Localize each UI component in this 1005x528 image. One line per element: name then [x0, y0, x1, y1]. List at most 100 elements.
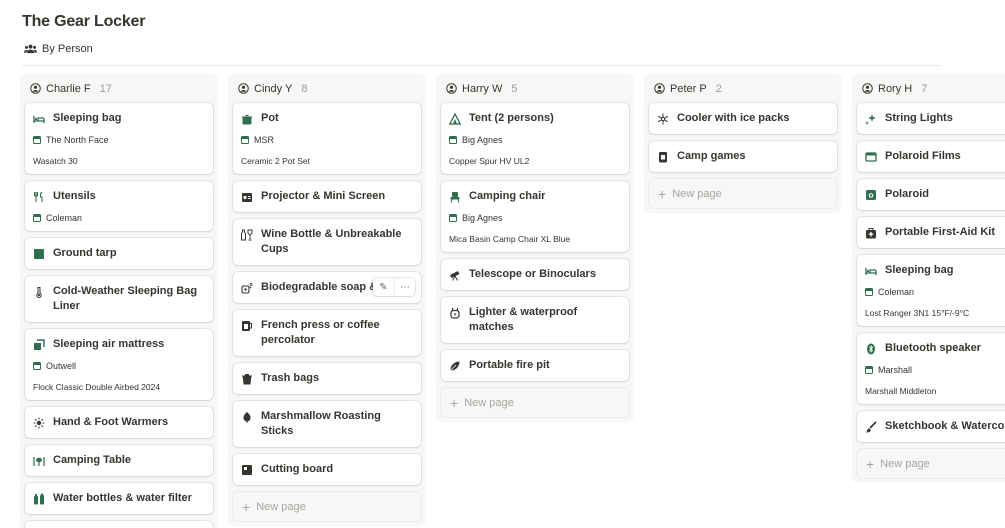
- card-brand: The North Face: [46, 135, 109, 145]
- fire-icon: [450, 361, 460, 370]
- card-title: Projector & Mini Screen: [261, 190, 386, 202]
- gear-card[interactable]: Hand & Foot Warmers: [25, 407, 213, 438]
- card-title: Telescope or Binoculars: [469, 268, 596, 280]
- more-options-icon[interactable]: ⋯: [394, 278, 415, 296]
- cards-icon: [659, 151, 667, 162]
- new-page-button[interactable]: + New page: [441, 388, 629, 417]
- gear-card[interactable]: String Lights: [857, 103, 1005, 134]
- new-page-button[interactable]: + New page: [857, 449, 1005, 478]
- people-icon: [24, 44, 37, 54]
- gear-card[interactable]: Wine Bottle & Unbreakable Cups: [233, 219, 421, 265]
- gear-card[interactable]: Ground tarp: [25, 238, 213, 269]
- column-person-name: Peter P: [670, 82, 707, 95]
- gear-card[interactable]: Biodegradable soap & sponge ✎ ⋯: [233, 272, 421, 303]
- card-title: Sleeping air mattress: [53, 338, 165, 350]
- card-title: Ground tarp: [53, 247, 117, 259]
- gear-card[interactable]: Cooler with ice packs: [649, 103, 837, 134]
- column-person-name: Charlie F: [46, 82, 91, 95]
- brand-tag-icon: [449, 214, 457, 222]
- gear-card[interactable]: Water bottles & water filter: [25, 483, 213, 514]
- brand-tag-icon: [865, 288, 873, 296]
- gear-card[interactable]: Pot MSR Ceramic 2 Pot Set: [233, 103, 421, 174]
- brand-tag-icon: [33, 136, 41, 144]
- brand-tag-icon: [449, 136, 457, 144]
- gear-card[interactable]: Lighter & waterproof matches: [441, 297, 629, 343]
- telescope-icon: [450, 270, 460, 281]
- gear-card[interactable]: Sleeping bag The North Face Wasatch 30: [25, 103, 213, 174]
- bluetooth-icon: [867, 343, 875, 354]
- edit-pencil-icon[interactable]: ✎: [373, 278, 394, 296]
- bed-icon: [865, 267, 877, 275]
- camera-icon: [866, 189, 876, 200]
- card-model: Lost Ranger 3N1 15°F/-9°C: [865, 308, 970, 318]
- card-model: Flock Classic Double Airbed 2024: [33, 382, 161, 392]
- person-circle-icon: [654, 83, 665, 94]
- gear-card[interactable]: Telescope or Binoculars: [441, 259, 629, 290]
- gear-card[interactable]: Camping Table: [25, 445, 213, 476]
- gear-card[interactable]: Cutting board: [233, 454, 421, 485]
- plus-icon: +: [866, 455, 875, 472]
- gear-card[interactable]: Portable fire pit: [441, 350, 629, 381]
- card-title: Pot: [261, 112, 279, 124]
- column-count: 7: [921, 82, 928, 95]
- card-title: Polaroid Films: [885, 150, 961, 162]
- card-title: Portable First-Aid Kit: [885, 226, 996, 238]
- sparkle-icon: [865, 113, 876, 125]
- new-page-label: New page: [672, 187, 722, 200]
- gear-card[interactable]: Camp games: [649, 141, 837, 172]
- new-page-button[interactable]: + New page: [649, 179, 837, 208]
- card-brand: Big Agnes: [462, 213, 503, 223]
- card-model: Wasatch 30: [33, 156, 78, 166]
- person-circle-icon: [446, 83, 457, 94]
- gear-card[interactable]: Sleeping air mattress Outwell Flock Clas…: [25, 329, 213, 400]
- gear-card[interactable]: Projector & Mini Screen: [233, 181, 421, 212]
- new-page-label: New page: [256, 500, 306, 513]
- column-count: 17: [99, 82, 112, 95]
- gear-card-partial[interactable]: [25, 521, 213, 528]
- card-title: Marshmallow Roasting Sticks: [261, 410, 381, 437]
- gear-card[interactable]: Cold-Weather Sleeping Bag Liner: [25, 276, 213, 322]
- gear-card[interactable]: Bluetooth speaker Marshall Marshall Midd…: [857, 333, 1005, 404]
- gear-card[interactable]: Tent (2 persons) Big Agnes Copper Spur H…: [441, 103, 629, 174]
- card-title: Camping chair: [469, 190, 546, 202]
- plus-icon: +: [450, 394, 459, 411]
- card-model: Copper Spur HV UL2: [449, 156, 530, 166]
- brand-tag-icon: [865, 366, 873, 374]
- card-title: Bluetooth speaker: [885, 342, 981, 354]
- column-header[interactable]: Harry W 5: [441, 74, 629, 103]
- bed-icon: [33, 115, 45, 123]
- gear-card[interactable]: Polaroid: [857, 179, 1005, 210]
- gear-card[interactable]: Portable First-Aid Kit: [857, 217, 1005, 248]
- gear-card[interactable]: Camping chair Big Agnes Mica Basin Camp …: [441, 181, 629, 252]
- gear-card[interactable]: French press or coffee percolator: [233, 310, 421, 356]
- column-count: 5: [511, 82, 518, 95]
- column-peter-p: Peter P 2 Cooler with ice packs Camp gam…: [644, 74, 842, 213]
- person-circle-icon: [30, 83, 41, 94]
- column-cindy-y: Cindy Y 8 Pot MSR Ceramic 2 Pot Set Proj…: [228, 74, 426, 526]
- card-title: French press or coffee percolator: [261, 319, 380, 346]
- gear-card[interactable]: Polaroid Films: [857, 141, 1005, 172]
- gear-card[interactable]: Marshmallow Roasting Sticks: [233, 401, 421, 447]
- gear-card[interactable]: Trash bags: [233, 363, 421, 394]
- column-header[interactable]: Charlie F 17: [25, 74, 213, 103]
- card-title: Sketchbook & Watercolors: [885, 420, 1005, 432]
- bottles-icon: [34, 493, 44, 504]
- brand-tag-icon: [241, 136, 249, 144]
- card-brand: Coleman: [46, 213, 83, 223]
- gear-card[interactable]: Utensils Coleman: [25, 181, 213, 231]
- column-header[interactable]: Peter P 2: [649, 74, 837, 103]
- marshmallow-icon: [243, 411, 251, 423]
- person-circle-icon: [862, 83, 873, 94]
- new-page-button[interactable]: + New page: [233, 492, 421, 521]
- column-header[interactable]: Rory H 7: [857, 74, 1005, 103]
- lighter-icon: [450, 307, 460, 319]
- card-title: Hand & Foot Warmers: [53, 416, 169, 428]
- card-title: Cooler with ice packs: [677, 112, 790, 124]
- board: Charlie F 17 Sleeping bag The North Face…: [20, 74, 1005, 528]
- column-header[interactable]: Cindy Y 8: [233, 74, 421, 103]
- card-model: Mica Basin Camp Chair XL Blue: [449, 234, 571, 244]
- gear-card[interactable]: Sleeping bag Coleman Lost Ranger 3N1 15°…: [857, 255, 1005, 326]
- plus-icon: +: [242, 498, 251, 515]
- view-tab-by-person[interactable]: By Person: [24, 43, 93, 55]
- gear-card[interactable]: Sketchbook & Watercolors: [857, 411, 1005, 442]
